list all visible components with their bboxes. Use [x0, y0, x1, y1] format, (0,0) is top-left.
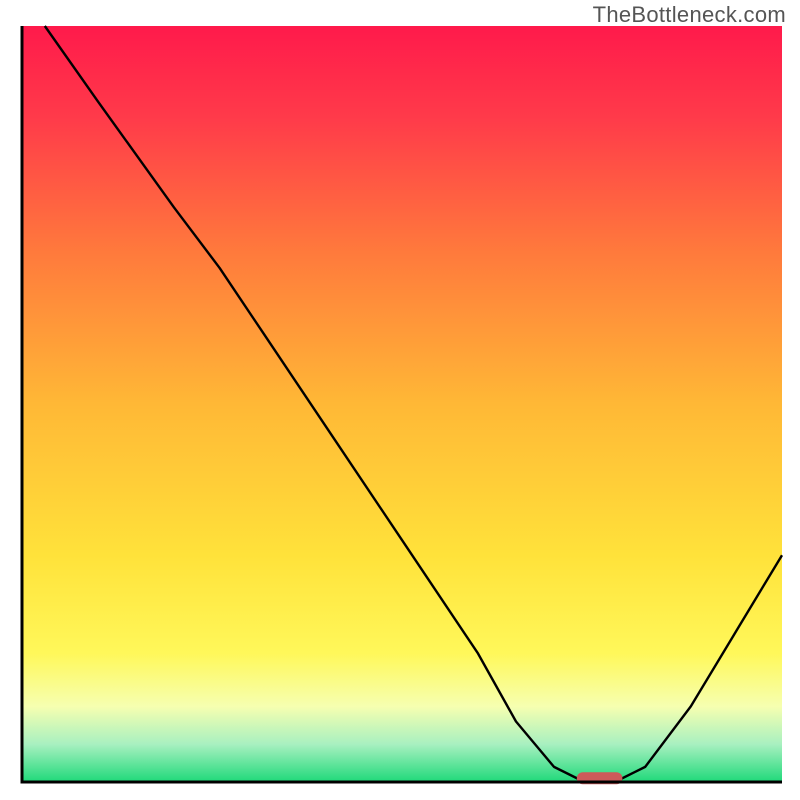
plot-background: [22, 26, 782, 782]
bottleneck-chart: TheBottleneck.com: [0, 0, 800, 800]
watermark-text: TheBottleneck.com: [593, 2, 786, 28]
chart-svg: [0, 0, 800, 800]
